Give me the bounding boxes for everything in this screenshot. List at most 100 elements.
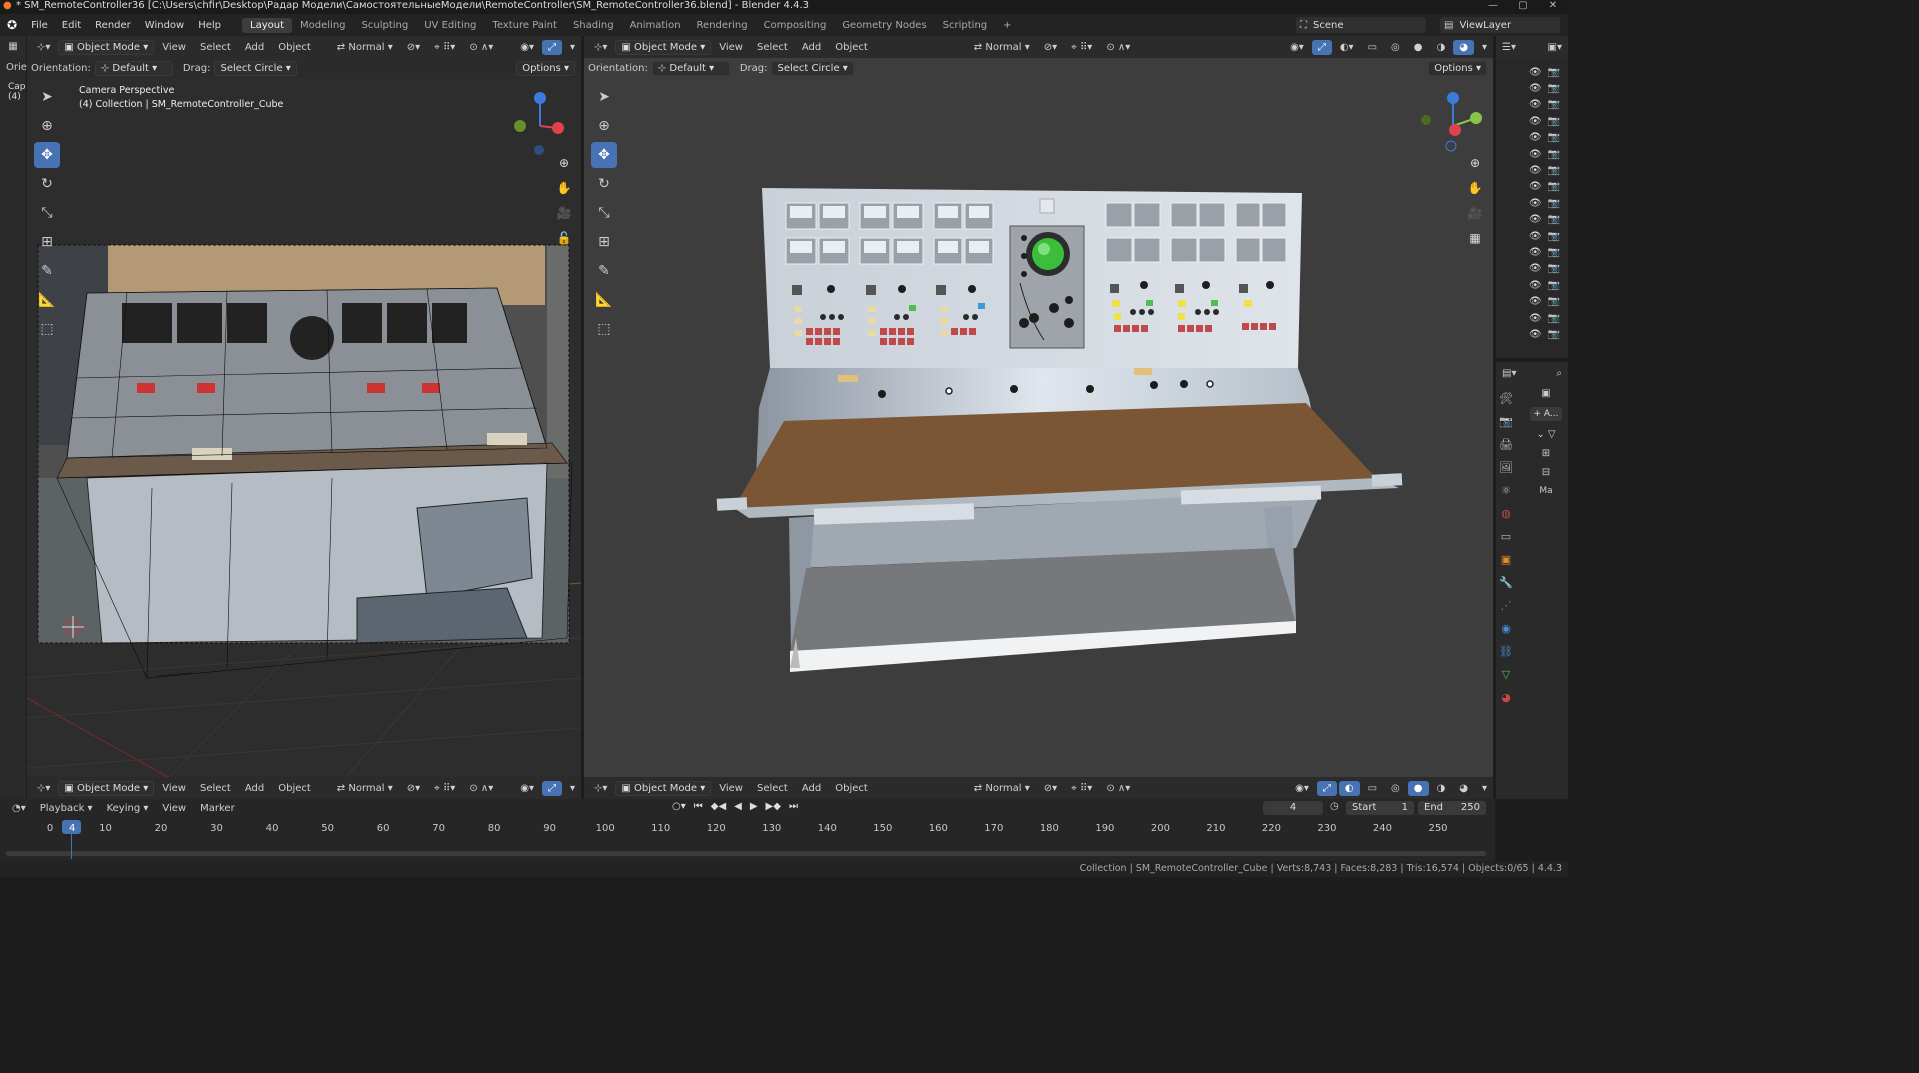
eye-icon[interactable]: 👁 bbox=[1529, 165, 1542, 176]
maximize-button[interactable]: ▢ bbox=[1508, 0, 1538, 14]
eye-icon[interactable]: 👁 bbox=[1529, 181, 1542, 192]
right-mode-dropdown[interactable]: ▣ Object Mode ▾ bbox=[615, 39, 712, 55]
eye-icon[interactable]: 👁 bbox=[1529, 214, 1542, 225]
tab-layout[interactable]: Layout bbox=[242, 17, 293, 33]
scale-tool-icon[interactable]: ⤡ bbox=[34, 200, 60, 226]
right-menu-select-bottom[interactable]: Select bbox=[751, 781, 794, 796]
properties-editor-icon[interactable]: ▤▾ bbox=[1502, 368, 1516, 379]
play-icon[interactable]: ▶ bbox=[750, 801, 758, 812]
editor-type-icon-bottom[interactable]: ⊹▾ bbox=[31, 781, 56, 796]
xray-icon-bottom[interactable]: ▭ bbox=[1362, 781, 1383, 796]
camera-render-icon[interactable]: 📷 bbox=[1548, 165, 1560, 176]
annotate-tool-icon[interactable]: ✎ bbox=[34, 258, 60, 284]
select-tool-icon[interactable]: ➤ bbox=[34, 84, 60, 110]
left-transform-bottom[interactable]: ⇄ Normal ▾ bbox=[331, 781, 399, 796]
play-reverse-icon[interactable]: ◀ bbox=[734, 801, 742, 812]
camera-render-icon[interactable]: 📷 bbox=[1548, 116, 1560, 127]
options-dropdown[interactable]: Options ▾ bbox=[1428, 60, 1487, 76]
scene-props-icon[interactable]: ⚛ bbox=[1496, 480, 1516, 500]
pan-icon[interactable]: ✋ bbox=[1464, 177, 1486, 199]
timeline-scrollbar[interactable] bbox=[6, 851, 1486, 856]
jump-end-icon[interactable]: ⏭ bbox=[789, 801, 798, 812]
right-mode-dropdown-bottom[interactable]: ▣ Object Mode ▾ bbox=[615, 780, 712, 796]
outliner-editor-icon[interactable]: ☰▾ bbox=[1502, 42, 1516, 53]
add-modifier-button[interactable]: + A... bbox=[1529, 407, 1563, 421]
camera-render-icon[interactable]: 📷 bbox=[1548, 149, 1560, 160]
eye-icon[interactable]: 👁 bbox=[1529, 280, 1542, 291]
rotate-tool-icon[interactable]: ↻ bbox=[591, 171, 617, 197]
record-icon[interactable]: ○▾ bbox=[672, 801, 686, 812]
scene-selector[interactable]: ⛶ Scene bbox=[1296, 17, 1426, 33]
clock-icon[interactable]: ◷ bbox=[1330, 801, 1339, 812]
camera-render-icon[interactable]: 📷 bbox=[1548, 214, 1560, 225]
xray-icon[interactable]: ▭ bbox=[1362, 40, 1383, 55]
overlay-toggle-icon[interactable]: ◐▾ bbox=[1334, 40, 1360, 55]
tab-texture-paint[interactable]: Texture Paint bbox=[484, 18, 565, 33]
right-menu-view-bottom[interactable]: View bbox=[713, 781, 749, 796]
eye-icon[interactable]: 👁 bbox=[1529, 263, 1542, 274]
viewlayer-selector[interactable]: ▤ ViewLayer bbox=[1440, 17, 1560, 33]
timeline-editor-icon[interactable]: ◔▾ bbox=[6, 801, 32, 816]
left-menu-add[interactable]: Add bbox=[239, 40, 270, 55]
tab-rendering[interactable]: Rendering bbox=[689, 18, 756, 33]
right-menu-object-bottom[interactable]: Object bbox=[829, 781, 874, 796]
camera-render-icon[interactable]: 📷 bbox=[1548, 231, 1560, 242]
camera-render-icon[interactable]: 📷 bbox=[1548, 280, 1560, 291]
cursor-tool-icon[interactable]: ⊕ bbox=[591, 113, 617, 139]
transform-tool-icon[interactable]: ⊞ bbox=[34, 229, 60, 255]
move-tool-icon[interactable]: ✥ bbox=[34, 142, 60, 168]
right-menu-view[interactable]: View bbox=[713, 40, 749, 55]
cursor-tool-icon[interactable]: ⊕ bbox=[34, 113, 60, 139]
orientation-dropdown[interactable]: ⊹ Default ▾ bbox=[94, 60, 173, 76]
tab-geometry-nodes[interactable]: Geometry Nodes bbox=[834, 18, 934, 33]
pivot-icon[interactable]: ⊘▾ bbox=[1038, 40, 1063, 55]
right-nav-gizmo[interactable] bbox=[1418, 86, 1488, 156]
eye-icon[interactable]: 👁 bbox=[1529, 83, 1542, 94]
camera-render-icon[interactable]: 📷 bbox=[1548, 99, 1560, 110]
eye-icon[interactable]: 👁 bbox=[1529, 149, 1542, 160]
right-transform-bottom[interactable]: ⇄ Normal ▾ bbox=[968, 781, 1036, 796]
left-transform-orientation[interactable]: ⇄ Normal ▾ bbox=[331, 40, 399, 55]
right-menu-add[interactable]: Add bbox=[796, 40, 827, 55]
particles-props-icon[interactable]: ⋰ bbox=[1496, 595, 1516, 615]
close-window-button[interactable]: ✕ bbox=[1538, 0, 1568, 14]
left-mode-dropdown-bottom[interactable]: ▣ Object Mode ▾ bbox=[58, 780, 155, 796]
transform-tool-icon[interactable]: ⊞ bbox=[591, 229, 617, 255]
rotate-tool-icon[interactable]: ↻ bbox=[34, 171, 60, 197]
pivot-icon[interactable]: ⊘▾ bbox=[401, 40, 426, 55]
start-frame-field[interactable]: Start 1 bbox=[1346, 801, 1414, 815]
wireframe-icon-bottom[interactable]: ◎ bbox=[1385, 781, 1406, 796]
constraint-props-icon[interactable]: ⛓ bbox=[1496, 641, 1516, 661]
properties-search-icon[interactable]: ⌕ bbox=[1556, 368, 1562, 379]
blender-menu-icon[interactable]: ✪ bbox=[0, 18, 24, 32]
perspective-grid-icon[interactable]: ▦ bbox=[1464, 227, 1486, 249]
eye-icon[interactable]: 👁 bbox=[1529, 313, 1542, 324]
proportional-icon-bottom[interactable]: ⊙ ∧▾ bbox=[1100, 781, 1136, 796]
tab-animation[interactable]: Animation bbox=[622, 18, 689, 33]
menu-view[interactable]: View bbox=[156, 801, 192, 816]
end-frame-field[interactable]: End 250 bbox=[1418, 801, 1486, 815]
minimize-button[interactable]: — bbox=[1478, 0, 1508, 14]
proportional-edit-icon[interactable]: ⊙ ∧▾ bbox=[1100, 40, 1136, 55]
right-menu-add-bottom[interactable]: Add bbox=[796, 781, 827, 796]
eye-icon[interactable]: 👁 bbox=[1529, 132, 1542, 143]
eye-icon[interactable]: 👁 bbox=[1529, 329, 1542, 340]
editor-type-icon[interactable]: ⊹▾ bbox=[588, 40, 613, 55]
eye-icon[interactable]: 👁 bbox=[1529, 247, 1542, 258]
shading-dropdown-icon[interactable]: ▾ bbox=[1476, 40, 1493, 55]
add-cube-tool-icon[interactable]: ⬚ bbox=[34, 316, 60, 342]
menu-file[interactable]: File bbox=[24, 20, 55, 31]
shading-dropdown-bottom[interactable]: ▾ bbox=[1476, 781, 1493, 796]
menu-help[interactable]: Help bbox=[191, 20, 228, 31]
gizmo-icon-bottom[interactable]: ⤢ bbox=[541, 780, 562, 796]
eye-icon[interactable]: 👁 bbox=[1529, 116, 1542, 127]
menu-marker[interactable]: Marker bbox=[194, 801, 241, 816]
eye-icon[interactable]: 👁 bbox=[1529, 231, 1542, 242]
menu-keying[interactable]: Keying ▾ bbox=[101, 801, 155, 816]
gizmo-toggle-icon[interactable]: ⤢ bbox=[1311, 39, 1332, 55]
eye-icon[interactable]: 👁 bbox=[1529, 296, 1542, 307]
solid-icon-bottom[interactable]: ● bbox=[1407, 780, 1429, 796]
camera-render-icon[interactable]: 📷 bbox=[1548, 83, 1560, 94]
visibility-icon-bottom[interactable]: ◉▾ bbox=[514, 781, 540, 796]
camera-render-icon[interactable]: 📷 bbox=[1548, 67, 1560, 78]
